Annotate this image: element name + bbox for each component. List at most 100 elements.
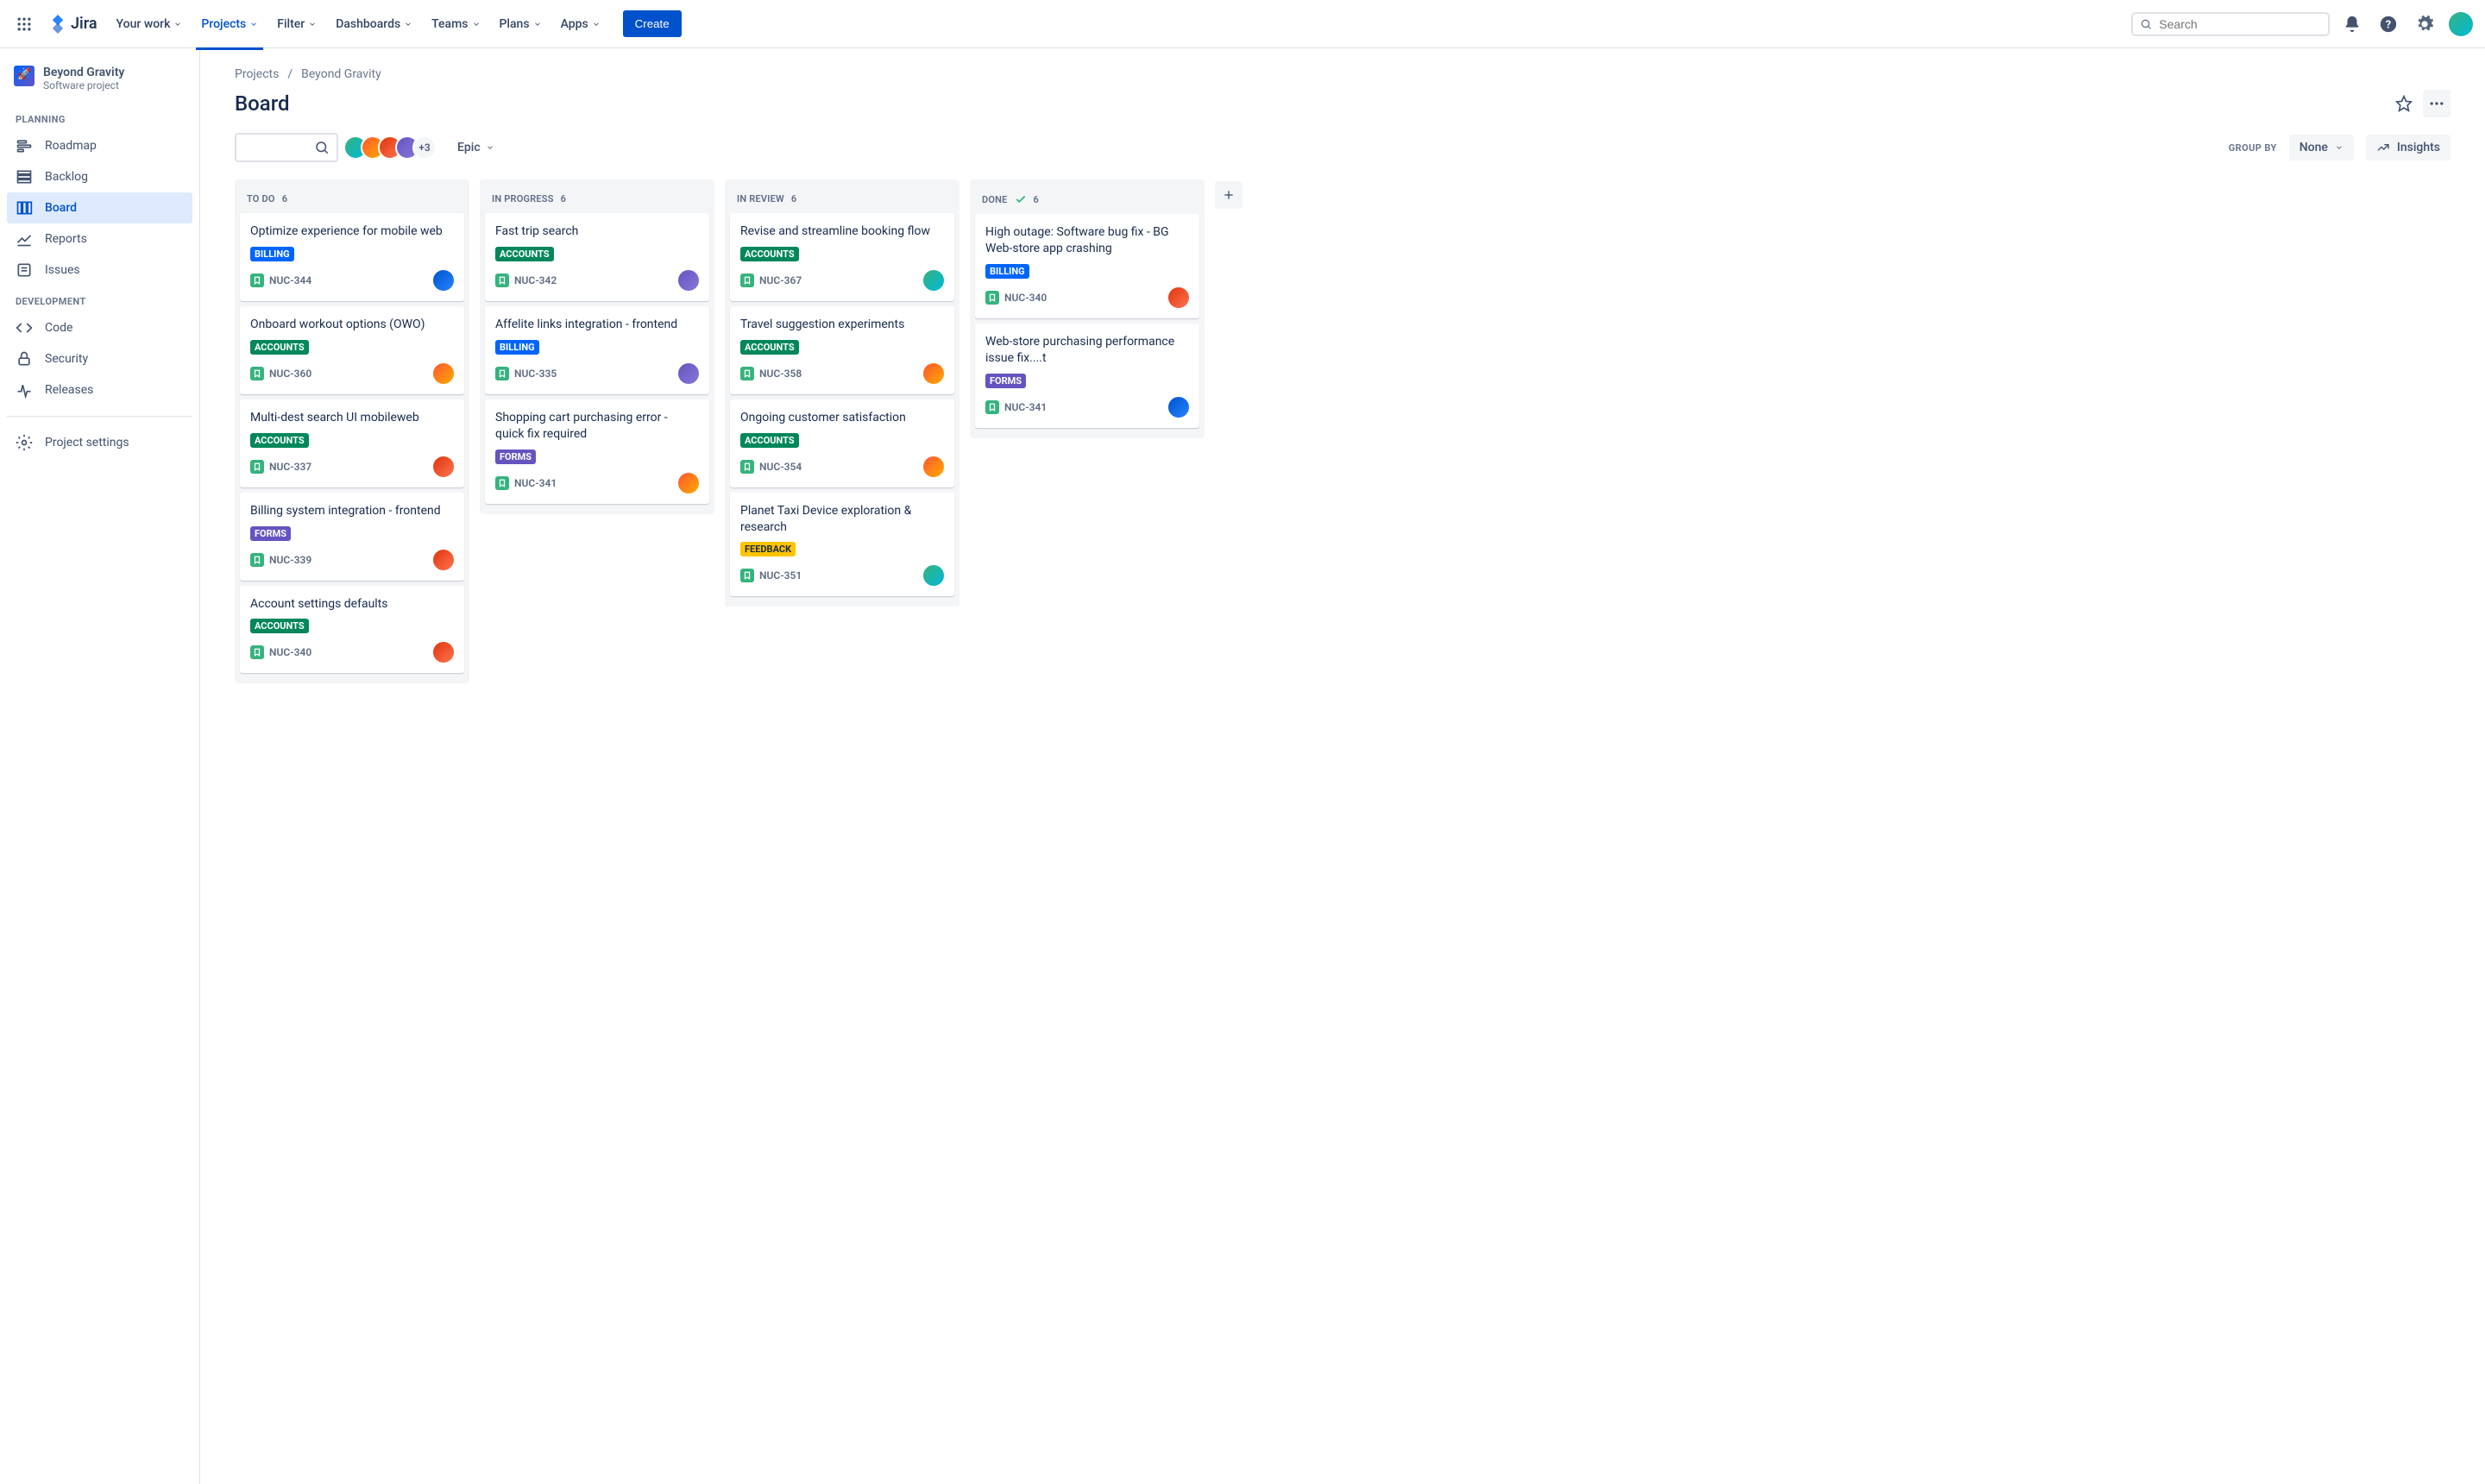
board-card[interactable]: Fast trip searchACCOUNTSNUC-342 bbox=[485, 213, 709, 301]
global-search[interactable] bbox=[2131, 12, 2330, 36]
story-icon bbox=[250, 460, 264, 474]
chevron-down-icon bbox=[173, 20, 182, 28]
board-card[interactable]: Ongoing customer satisfactionACCOUNTSNUC… bbox=[730, 399, 954, 487]
assignee-avatar[interactable] bbox=[1168, 397, 1189, 418]
assignee-avatar[interactable] bbox=[433, 550, 454, 570]
notifications-icon[interactable] bbox=[2338, 10, 2366, 38]
nav-item-your-work[interactable]: Your work bbox=[108, 10, 192, 38]
issue-key: NUC-341 bbox=[1004, 401, 1047, 413]
help-icon[interactable]: ? bbox=[2375, 10, 2402, 38]
board-card[interactable]: Travel suggestion experimentsACCOUNTSNUC… bbox=[730, 306, 954, 394]
board-card[interactable]: Affelite links integration - frontendBIL… bbox=[485, 306, 709, 394]
gear-icon bbox=[16, 434, 33, 451]
card-title: Fast trip search bbox=[495, 223, 699, 240]
add-column-button[interactable] bbox=[1215, 181, 1242, 209]
story-icon bbox=[740, 569, 754, 582]
assignee-avatar[interactable] bbox=[1168, 287, 1189, 308]
assignee-avatar[interactable] bbox=[923, 565, 944, 586]
story-icon bbox=[250, 274, 264, 287]
chevron-down-icon bbox=[404, 20, 412, 28]
board-card[interactable]: Shopping cart purchasing error - quick f… bbox=[485, 399, 709, 504]
chevron-down-icon bbox=[592, 20, 601, 28]
nav-item-apps[interactable]: Apps bbox=[552, 10, 609, 38]
profile-avatar[interactable] bbox=[2447, 10, 2475, 38]
nav-item-filter[interactable]: Filter bbox=[268, 10, 325, 38]
sidebar-item-issues[interactable]: Issues bbox=[7, 255, 192, 286]
story-icon bbox=[250, 553, 264, 567]
column-header: DONE6 bbox=[975, 185, 1199, 214]
sidebar-item-project-settings[interactable]: Project settings bbox=[7, 427, 192, 458]
assignee-avatar[interactable] bbox=[678, 270, 699, 291]
board: TO DO6Optimize experience for mobile web… bbox=[235, 179, 2450, 683]
app-switcher-icon[interactable] bbox=[10, 10, 38, 38]
sidebar-item-reports[interactable]: Reports bbox=[7, 223, 192, 255]
assignee-avatar[interactable] bbox=[433, 456, 454, 477]
story-icon bbox=[985, 291, 999, 305]
search-input[interactable] bbox=[2159, 17, 2321, 31]
star-icon[interactable] bbox=[2390, 90, 2418, 117]
epic-filter[interactable]: Epic bbox=[449, 135, 503, 160]
more-icon[interactable] bbox=[2423, 90, 2450, 117]
nav-item-teams[interactable]: Teams bbox=[423, 10, 488, 38]
board-card[interactable]: Revise and streamline booking flowACCOUN… bbox=[730, 213, 954, 301]
assignee-avatar[interactable] bbox=[923, 456, 944, 477]
sidebar-item-security[interactable]: Security bbox=[7, 343, 192, 374]
assignee-avatar[interactable] bbox=[433, 642, 454, 663]
sidebar-item-board[interactable]: Board bbox=[7, 192, 192, 223]
nav-item-plans[interactable]: Plans bbox=[491, 10, 550, 38]
project-header[interactable]: Beyond Gravity Software project bbox=[7, 66, 192, 104]
card-tag: BILLING bbox=[495, 340, 539, 355]
assignee-avatar[interactable] bbox=[433, 363, 454, 384]
issue-key: NUC-341 bbox=[514, 477, 557, 489]
board-card[interactable]: High outage: Software bug fix - BG Web-s… bbox=[975, 214, 1199, 318]
assignee-avatar[interactable] bbox=[678, 473, 699, 494]
sidebar-item-code[interactable]: Code bbox=[7, 312, 192, 343]
main-content: Projects / Beyond Gravity Board +3 bbox=[200, 48, 2485, 1484]
jira-logo[interactable]: Jira bbox=[48, 15, 98, 34]
assignee-avatar[interactable] bbox=[923, 363, 944, 384]
sidebar-item-backlog[interactable]: Backlog bbox=[7, 161, 192, 192]
story-icon bbox=[740, 460, 754, 474]
card-title: Revise and streamline booking flow bbox=[740, 223, 944, 240]
board-column: IN REVIEW6Revise and streamline booking … bbox=[725, 179, 959, 607]
card-title: Optimize experience for mobile web bbox=[250, 223, 454, 240]
card-tag: BILLING bbox=[250, 247, 294, 261]
card-title: Account settings defaults bbox=[250, 596, 454, 613]
card-tag: FEEDBACK bbox=[740, 542, 796, 556]
create-button[interactable]: Create bbox=[623, 10, 682, 37]
sidebar-item-roadmap[interactable]: Roadmap bbox=[7, 130, 192, 161]
story-icon bbox=[495, 274, 509, 287]
board-card[interactable]: Optimize experience for mobile web BILLIN… bbox=[240, 213, 464, 301]
settings-icon[interactable] bbox=[2411, 10, 2438, 38]
avatar-more[interactable]: +3 bbox=[412, 135, 437, 160]
board-search[interactable] bbox=[235, 133, 338, 162]
chevron-down-icon bbox=[308, 20, 317, 28]
card-tag: FORMS bbox=[250, 526, 291, 541]
sidebar-item-releases[interactable]: Releases bbox=[7, 374, 192, 406]
assignee-avatar[interactable] bbox=[433, 270, 454, 291]
nav-item-dashboards[interactable]: Dashboards bbox=[327, 10, 421, 38]
assignee-avatar[interactable] bbox=[678, 363, 699, 384]
nav-item-projects[interactable]: Projects bbox=[192, 10, 267, 38]
breadcrumb-current[interactable]: Beyond Gravity bbox=[301, 67, 381, 81]
card-title: Shopping cart purchasing error - quick f… bbox=[495, 410, 699, 443]
group-by-dropdown[interactable]: None bbox=[2289, 135, 2354, 160]
project-type: Software project bbox=[43, 79, 124, 91]
story-icon bbox=[495, 476, 509, 490]
board-column: DONE6High outage: Software bug fix - BG … bbox=[970, 179, 1205, 438]
issue-key: NUC-354 bbox=[759, 461, 802, 473]
board-card[interactable]: Web-store purchasing performance issue f… bbox=[975, 324, 1199, 428]
board-card[interactable]: Multi-dest search UI mobilewebACCOUNTSNU… bbox=[240, 399, 464, 487]
avatar-stack[interactable]: +3 bbox=[350, 135, 437, 160]
settings-label: Project settings bbox=[45, 436, 129, 450]
board-card[interactable]: Onboard workout options (OWO)ACCOUNTSNUC… bbox=[240, 306, 464, 394]
assignee-avatar[interactable] bbox=[923, 270, 944, 291]
board-card[interactable]: Billing system integration - frontendFOR… bbox=[240, 493, 464, 581]
issue-key: NUC-337 bbox=[269, 461, 311, 473]
board-column: IN PROGRESS6Fast trip searchACCOUNTSNUC-… bbox=[480, 179, 714, 514]
board-card[interactable]: Account settings defaultsACCOUNTSNUC-340 bbox=[240, 586, 464, 674]
board-card[interactable]: Planet Taxi Device exploration & researc… bbox=[730, 493, 954, 597]
breadcrumb-root[interactable]: Projects bbox=[235, 67, 279, 81]
insights-button[interactable]: Insights bbox=[2366, 135, 2450, 160]
chevron-down-icon bbox=[533, 20, 542, 28]
